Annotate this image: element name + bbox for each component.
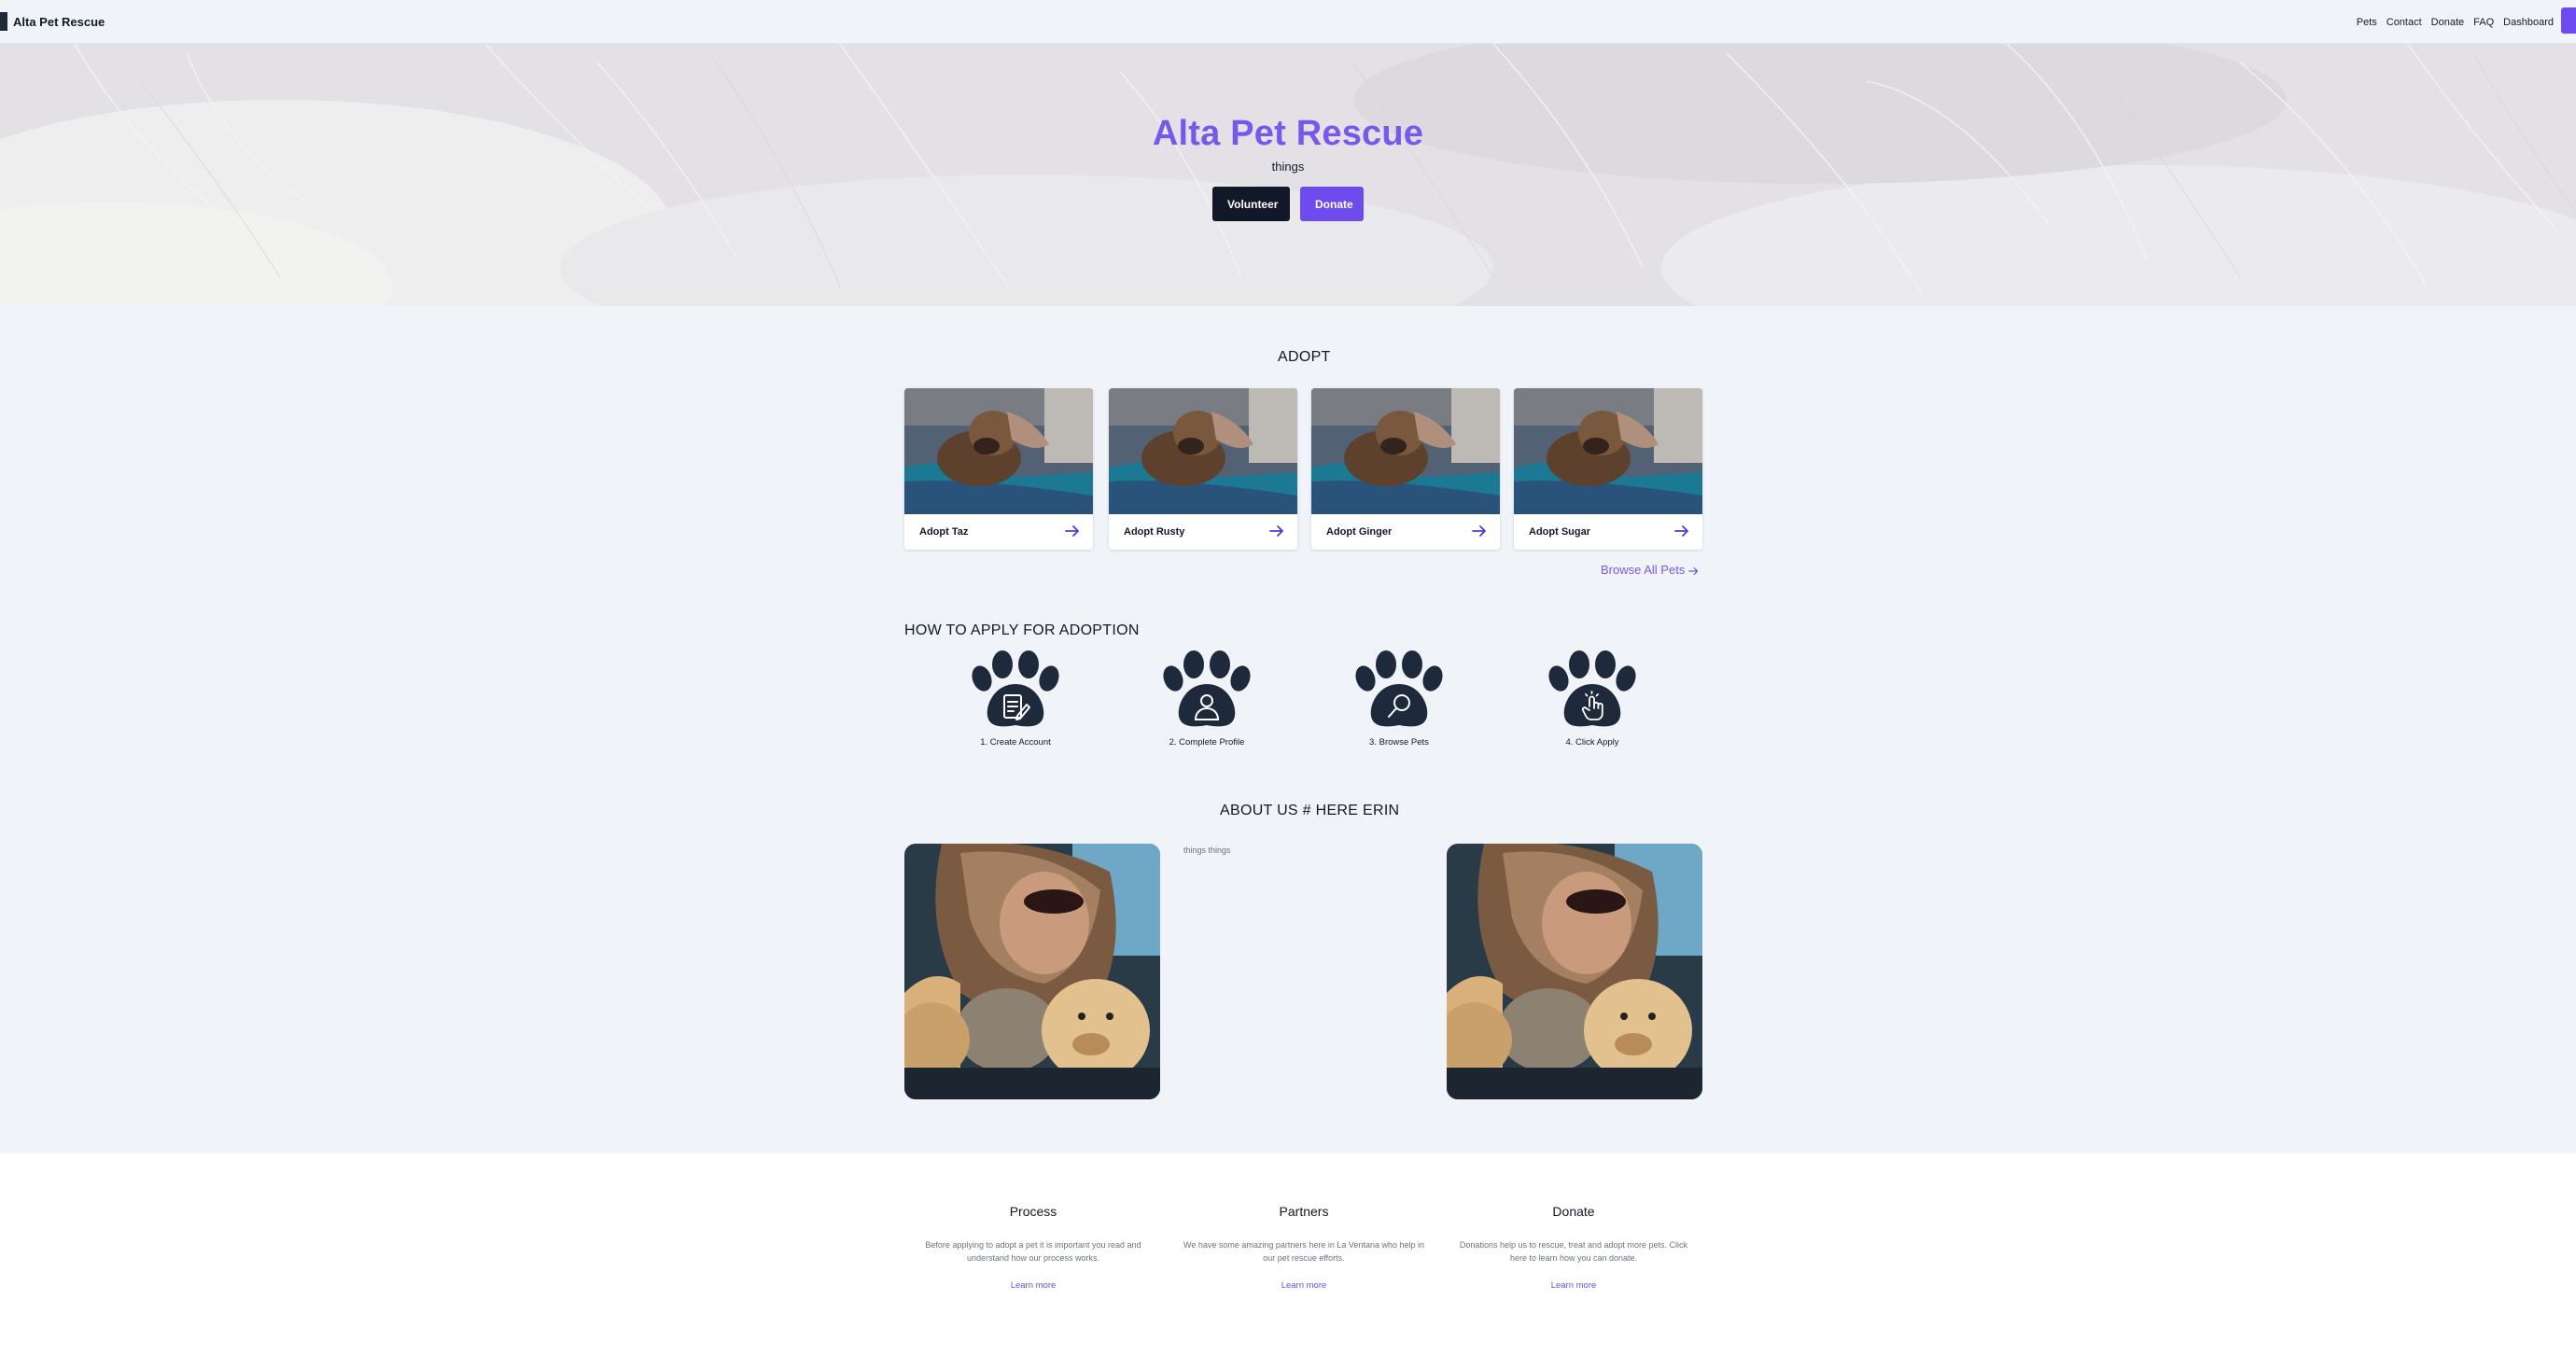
- footer: Process Before applying to adopt a pet i…: [0, 1153, 2576, 1370]
- arrow-right-icon: [1674, 525, 1688, 537]
- arrow-right-icon: [1472, 525, 1486, 537]
- nav-links: Pets Contact Donate FAQ Dashboard: [2347, 0, 2554, 44]
- step-complete-profile: 2. Complete Profile: [1137, 650, 1277, 748]
- footer-column-title: Partners: [1279, 1204, 1329, 1219]
- nav-link-donate[interactable]: Donate: [2431, 17, 2464, 28]
- pet-card-label: Adopt Ginger: [1326, 526, 1393, 538]
- hero: Alta Pet Rescue things Volunteer Donate: [0, 44, 2576, 306]
- step-create-account: 1. Create Account: [945, 650, 1085, 748]
- pet-card-label: Adopt Rusty: [1124, 526, 1185, 538]
- hero-title: Alta Pet Rescue: [1152, 114, 1424, 153]
- adopt-title: ADOPT: [1278, 349, 1331, 365]
- brand-name: Alta Pet Rescue: [13, 14, 105, 29]
- pet-card-label: Adopt Taz: [919, 526, 969, 538]
- pet-photo: [904, 388, 1093, 514]
- hero-subtitle: things: [1271, 160, 1305, 174]
- step-click-apply: 4. Click Apply: [1522, 650, 1662, 748]
- top-nav: Alta Pet Rescue Pets Contact Donate FAQ …: [0, 0, 2576, 44]
- about-photo-right: [1447, 844, 1702, 1099]
- nav-link-pets[interactable]: Pets: [2357, 17, 2377, 28]
- how-to-apply-title: HOW TO APPLY FOR ADOPTION: [904, 622, 1140, 638]
- footer-donate: Donate Donations help us to rescue, trea…: [1452, 1204, 1695, 1291]
- step-label: 3. Browse Pets: [1369, 737, 1429, 748]
- nav-link-faq[interactable]: FAQ: [2473, 17, 2494, 28]
- pet-card-rusty[interactable]: Adopt Rusty: [1109, 388, 1297, 550]
- volunteer-button[interactable]: Volunteer: [1212, 187, 1290, 221]
- footer-column-text: Before applying to adopt a pet it is imp…: [925, 1240, 1141, 1263]
- footer-column-title: Donate: [1552, 1204, 1595, 1219]
- footer-column-text: Donations help us to rescue, treat and a…: [1459, 1240, 1688, 1263]
- brand[interactable]: Alta Pet Rescue: [0, 0, 105, 44]
- pet-card-sugar[interactable]: Adopt Sugar: [1514, 388, 1702, 550]
- footer-process: Process Before applying to adopt a pet i…: [912, 1204, 1155, 1291]
- nav-link-contact[interactable]: Contact: [2387, 17, 2422, 28]
- paw-icon: [969, 650, 1062, 729]
- footer-column-text: We have some amazing partners here in La…: [1183, 1240, 1424, 1263]
- logo-icon: [0, 12, 7, 31]
- learn-more-link[interactable]: Learn more: [1452, 1280, 1695, 1291]
- arrow-right-icon: [1269, 525, 1283, 537]
- about-title: ABOUT US # HERE ERIN: [1220, 803, 1400, 818]
- donate-button[interactable]: Donate: [1300, 187, 1364, 221]
- step-label: 2. Complete Profile: [1169, 737, 1245, 748]
- browse-all-pets-label: Browse All Pets: [1601, 563, 1686, 577]
- paw-icon: [1160, 650, 1253, 729]
- footer-partners: Partners We have some amazing partners h…: [1183, 1204, 1425, 1291]
- about-photo-left: [904, 844, 1160, 1099]
- nav-link-dashboard[interactable]: Dashboard: [2503, 17, 2554, 28]
- step-browse-pets: 3. Browse Pets: [1329, 650, 1469, 748]
- arrow-right-icon: [1688, 566, 1699, 575]
- pet-card-label: Adopt Sugar: [1529, 526, 1590, 538]
- learn-more-link[interactable]: Learn more: [912, 1280, 1155, 1291]
- learn-more-link[interactable]: Learn more: [1183, 1280, 1425, 1291]
- paw-icon: [1352, 650, 1446, 729]
- paw-icon: [1546, 650, 1639, 729]
- browse-all-pets-link[interactable]: Browse All Pets: [1601, 563, 1699, 577]
- pet-photo: [1514, 388, 1702, 514]
- pet-card-taz[interactable]: Adopt Taz: [904, 388, 1093, 550]
- arrow-right-icon: [1065, 525, 1079, 537]
- pet-photo: [1311, 388, 1500, 514]
- step-label: 4. Click Apply: [1565, 737, 1619, 748]
- footer-column-title: Process: [1009, 1204, 1057, 1219]
- step-label: 1. Create Account: [980, 737, 1051, 748]
- nav-cta-button[interactable]: [2561, 7, 2576, 34]
- pet-photo: [1109, 388, 1297, 514]
- about-text: things things: [1183, 846, 1231, 855]
- pet-card-ginger[interactable]: Adopt Ginger: [1311, 388, 1500, 550]
